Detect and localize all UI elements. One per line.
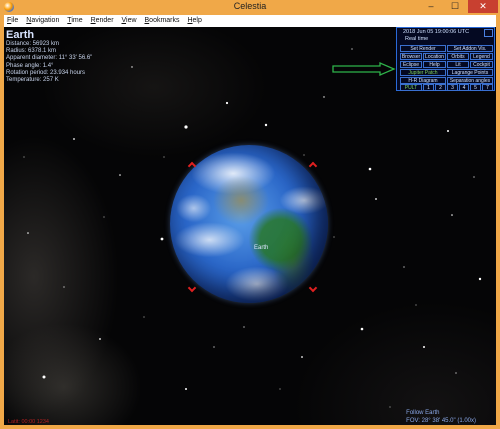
preset-3-button[interactable]: 3 <box>447 84 458 91</box>
lit-button[interactable]: Lit <box>447 61 469 68</box>
preset-2-button[interactable]: 2 <box>435 84 446 91</box>
panel-close-icon[interactable] <box>484 29 493 37</box>
help-button[interactable]: Help <box>423 61 446 68</box>
panel-datetime: 2018 Jun 05 19:00:06 UTC <box>403 29 470 35</box>
info-apparent-diameter: Apparent diameter: 11° 33' 56.6" <box>6 55 93 62</box>
info-rotation-period: Rotation period: 23.934 hours <box>6 69 86 76</box>
annotation-arrow <box>332 62 396 76</box>
info-phase-angle: Phase angle: 1.4° <box>6 62 54 69</box>
object-info: Earth Distance: 56923 km Radius: 6378.1 … <box>6 29 92 84</box>
title-bar[interactable]: Celestia – ☐ ✕ <box>0 0 500 15</box>
earth-label: Earth <box>254 245 269 251</box>
preset-5-button[interactable]: 5 <box>470 84 481 91</box>
legend-button[interactable]: Legend <box>470 53 493 60</box>
menu-file[interactable]: File <box>4 15 21 26</box>
menu-view[interactable]: View <box>118 15 139 26</box>
lagrange-points-button[interactable]: Lagrange Points <box>447 69 493 76</box>
panel-realtime: Real time <box>405 36 429 42</box>
set-addon-vis-button[interactable]: Set Addon Vis. <box>447 45 493 52</box>
maximize-button[interactable]: ☐ <box>444 0 466 13</box>
info-distance: Distance: 56923 km <box>6 41 60 47</box>
object-name: Earth <box>6 29 35 41</box>
browser-button[interactable]: Browser <box>400 53 422 60</box>
info-temperature: Temperature: 257 K <box>6 77 59 84</box>
separation-angles-button[interactable]: Separation angles <box>447 77 493 84</box>
fov-readout: FOV: 28° 38' 45.0" (1.00x) <box>406 417 476 424</box>
info-radius: Radius: 6378.1 km <box>6 48 57 55</box>
menu-navigation[interactable]: Navigation <box>23 15 62 26</box>
cockpit-button[interactable]: Cockpit <box>470 61 493 68</box>
preset-4-button[interactable]: 4 <box>459 84 469 91</box>
orbits-button[interactable]: Orbits <box>447 53 469 60</box>
space-viewport[interactable]: Earth Distance: 56923 km Radius: 6378.1 … <box>4 27 496 425</box>
status-right: Follow Earth FOV: 28° 38' 45.0" (1.00x) <box>406 410 476 425</box>
location-button[interactable]: Location <box>423 53 446 60</box>
hr-diagram-button[interactable]: H-R Diagram <box>400 77 446 84</box>
earth-sphere <box>170 145 328 303</box>
follow-status: Follow Earth <box>406 410 440 416</box>
menu-bar: File Navigation Time Render View Bookmar… <box>4 15 496 27</box>
set-render-button[interactable]: Set Render <box>400 45 446 52</box>
preset-1-button[interactable]: 1 <box>423 84 434 91</box>
lua-control-panel: 2018 Jun 05 19:00:06 UTC Real time Set R… <box>396 27 495 91</box>
jupiter-patch-button[interactable]: Jupiter Patch <box>400 69 446 76</box>
menu-help[interactable]: Help <box>184 15 204 26</box>
eclipse-button[interactable]: Eclipse <box>400 61 422 68</box>
pult-button[interactable]: PULT <box>400 84 422 91</box>
minimize-button[interactable]: – <box>420 0 442 13</box>
menu-time[interactable]: Time <box>64 15 85 26</box>
menu-bookmarks[interactable]: Bookmarks <box>142 15 183 26</box>
status-left: Latit: 00:00 1234 <box>8 419 49 425</box>
close-button[interactable]: ✕ <box>468 0 498 13</box>
celestia-window: Celestia – ☐ ✕ File Navigation Time Rend… <box>0 0 500 429</box>
menu-render[interactable]: Render <box>88 15 117 26</box>
earth-globe[interactable]: Earth <box>170 145 328 303</box>
preset-7-button[interactable]: 7 <box>482 84 493 91</box>
